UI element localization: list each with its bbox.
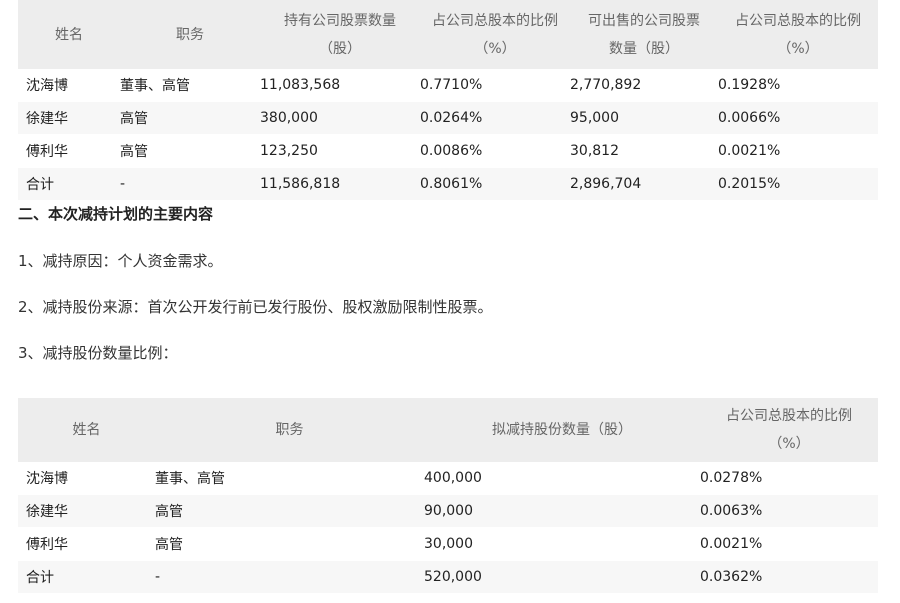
header-cell: 拟减持股份数量（股） [424, 398, 700, 462]
header-cell: 姓名 [18, 398, 155, 462]
table-header-row: 姓名 职务 持有公司股票数量 （股） 占公司总股本的比例 （%） 可出售的公司股票数… [18, 0, 878, 69]
share-source: 2、减持股份来源：首次公开发行前已发行股份、股权激励限制性股票。 [18, 298, 493, 316]
sellable-ratio-cell: 0.1928% [718, 69, 878, 102]
sellable-ratio-cell: 0.0066% [718, 101, 878, 135]
table-row: 傅利华 高管 30,000 0.0021% [18, 527, 878, 561]
name-cell: 傅利华 [18, 134, 120, 168]
header-cell: 姓名 [18, 0, 120, 69]
ratio-cell: 0.0264% [420, 101, 570, 135]
table-total-row: 合计 - 520,000 0.0362% [18, 560, 878, 594]
table-row: 傅利华 高管 123,250 0.0086% 30,812 0.0021% [18, 134, 878, 168]
ratio-cell: 0.8061% [420, 167, 570, 201]
table-row: 徐建华 高管 380,000 0.0264% 95,000 0.0066% [18, 101, 878, 135]
reduction-plan-table: 姓名 职务 拟减持股份数量（股） 占公司总股本的比例 （%） 沈海博 董事、高管 … [18, 398, 878, 594]
position-cell: 高管 [120, 101, 260, 135]
name-cell: 沈海博 [18, 69, 120, 102]
position-cell: 董事、高管 [120, 69, 260, 102]
reduction-reason: 1、减持原因：个人资金需求。 [18, 252, 223, 270]
ratio-cell: 0.0362% [700, 560, 878, 594]
table-row: 沈海博 董事、高管 11,083,568 0.7710% 2,770,892 0… [18, 69, 878, 102]
position-cell: 高管 [155, 527, 424, 561]
name-cell: 合计 [18, 560, 155, 594]
name-cell: 合计 [18, 167, 120, 201]
shares-cell: 123,250 [260, 134, 420, 168]
reduction-ratio-label: 3、减持股份数量比例： [18, 344, 178, 362]
position-cell: - [120, 167, 260, 201]
table-total-row: 合计 - 11,586,818 0.8061% 2,896,704 0.2015… [18, 167, 878, 201]
sellable-ratio-cell: 0.0021% [718, 134, 878, 168]
table-row: 徐建华 高管 90,000 0.0063% [18, 494, 878, 528]
table-row: 沈海博 董事、高管 400,000 0.0278% [18, 462, 878, 495]
sellable-ratio-cell: 0.2015% [718, 167, 878, 201]
shareholding-table: 姓名 职务 持有公司股票数量 （股） 占公司总股本的比例 （%） 可出售的公司股票数… [18, 0, 878, 201]
name-cell: 徐建华 [18, 101, 120, 135]
shares-cell: 11,083,568 [260, 69, 420, 102]
position-cell: 董事、高管 [155, 462, 424, 495]
header-cell: 持有公司股票数量 （股） [260, 0, 420, 69]
header-cell: 占公司总股本的比例 （%） [420, 0, 570, 69]
sellable-cell: 2,770,892 [570, 69, 718, 102]
sellable-cell: 95,000 [570, 101, 718, 135]
ratio-cell: 0.7710% [420, 69, 570, 102]
header-cell: 可出售的公司股票 数量（股） [570, 0, 718, 69]
planned-shares-cell: 30,000 [424, 527, 700, 561]
ratio-cell: 0.0021% [700, 527, 878, 561]
name-cell: 傅利华 [18, 527, 155, 561]
shares-cell: 380,000 [260, 101, 420, 135]
ratio-cell: 0.0086% [420, 134, 570, 168]
planned-shares-cell: 400,000 [424, 462, 700, 495]
position-cell: - [155, 560, 424, 594]
sellable-cell: 2,896,704 [570, 167, 718, 201]
header-cell: 占公司总股本的比例 （%） [700, 398, 878, 462]
header-cell: 占公司总股本的比例 （%） [718, 0, 878, 69]
sellable-cell: 30,812 [570, 134, 718, 168]
shares-cell: 11,586,818 [260, 167, 420, 201]
planned-shares-cell: 90,000 [424, 494, 700, 528]
planned-shares-cell: 520,000 [424, 560, 700, 594]
table-header-row: 姓名 职务 拟减持股份数量（股） 占公司总股本的比例 （%） [18, 398, 878, 462]
position-cell: 高管 [155, 494, 424, 528]
ratio-cell: 0.0278% [700, 462, 878, 495]
name-cell: 沈海博 [18, 462, 155, 495]
header-cell: 职务 [120, 0, 260, 69]
section-heading: 二、本次减持计划的主要内容 [18, 205, 214, 223]
header-cell: 职务 [155, 398, 424, 462]
position-cell: 高管 [120, 134, 260, 168]
name-cell: 徐建华 [18, 494, 155, 528]
ratio-cell: 0.0063% [700, 494, 878, 528]
